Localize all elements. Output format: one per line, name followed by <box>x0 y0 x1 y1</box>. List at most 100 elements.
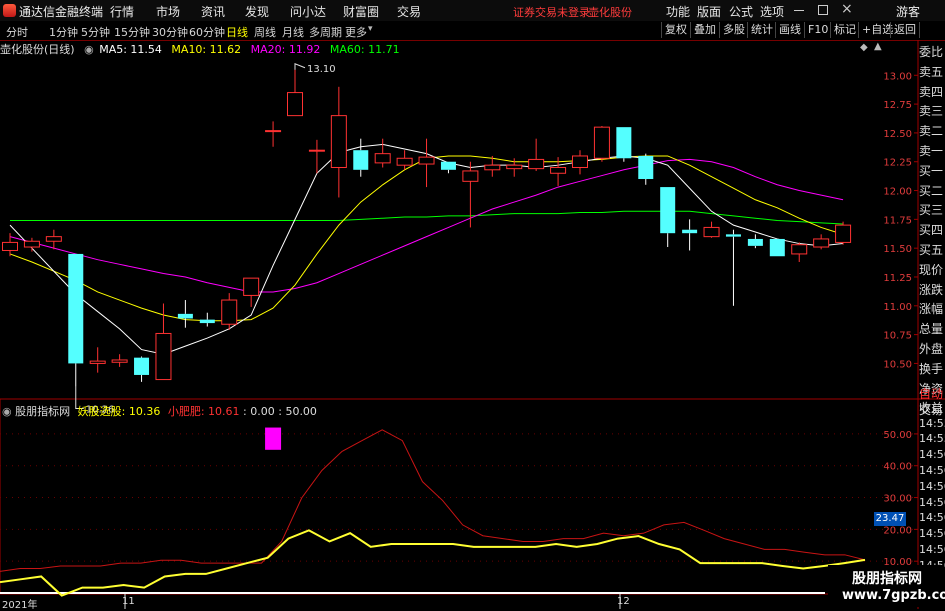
chevron-down-icon[interactable]: ▾ <box>368 24 373 34</box>
price-tick-label: 10.50 <box>883 359 912 370</box>
high-price-label: 13.10 <box>307 64 336 75</box>
quote-field-label: 涨幅 <box>919 302 944 317</box>
indicator-s1-value: 10.36 <box>128 405 161 418</box>
quote-field-label: 换手 <box>919 361 944 376</box>
biaoji-button[interactable]: 标记 <box>830 22 859 38</box>
trade-tab-label[interactable]: 交易 <box>919 401 945 418</box>
quote-field-label: 外盘 <box>919 342 944 356</box>
app-logo-icon <box>3 4 16 17</box>
trade-tab-label[interactable]: 自动 <box>919 385 945 402</box>
indicator-s1-label: 妖股选股: <box>77 405 126 418</box>
period-weekly[interactable]: 周线 <box>254 24 276 40</box>
period-1min[interactable]: 1分钟 <box>49 24 78 40</box>
period-60min[interactable]: 60分钟 <box>189 24 225 40</box>
period-toolbar: 分时 1分钟 5分钟 15分钟 30分钟 60分钟 日线 周线 月线 多周期 更… <box>0 21 945 41</box>
candle-body-up <box>308 149 325 152</box>
candle-body-up <box>221 299 238 325</box>
price-tick-label: 11.25 <box>883 273 912 284</box>
candle-body-down <box>747 238 763 246</box>
candle-body-up <box>462 170 479 182</box>
duogu-button[interactable]: 多股 <box>719 22 748 38</box>
indicator-s2-label: 小肥肥: <box>167 405 205 418</box>
period-15min[interactable]: 15分钟 <box>114 24 150 40</box>
candle-body-down <box>660 187 676 234</box>
candle-body-up <box>813 238 830 248</box>
indicator-red-line <box>0 429 866 572</box>
indicator-tick-label: 30.00 <box>883 494 912 505</box>
price-tick-label: 11.00 <box>883 302 912 313</box>
period-daily[interactable]: 日线 <box>226 24 248 40</box>
candle-body-down <box>199 319 215 324</box>
quote-field-label: 买五 <box>919 243 944 257</box>
period-30min[interactable]: 30分钟 <box>152 24 188 40</box>
menu-item-zixun[interactable]: 资讯 <box>201 3 225 20</box>
quote-field-label: 买三 <box>919 203 944 218</box>
price-tick-label: 11.50 <box>883 244 912 255</box>
period-more[interactable]: 更多 <box>345 24 367 40</box>
watermark-url: www.7gpzb.com <box>842 588 945 603</box>
indicator-info: ◉ 股朋指标网 妖股选股: 10.36 小肥肥: 10.61 : 0.00 : … <box>2 403 317 418</box>
huaxian-button[interactable]: 画线 <box>775 22 804 38</box>
quote-field-label: 买四 <box>919 223 944 238</box>
candle-body-up <box>396 157 413 166</box>
menu-item-gongneng[interactable]: 功能 <box>666 3 690 20</box>
menu-item-jiaoyi[interactable]: 交易 <box>397 3 421 20</box>
quote-field-label: 涨跌 <box>919 282 944 297</box>
trade-time-label: 14:56 <box>919 527 945 541</box>
price-tick-label: 12.75 <box>883 100 912 111</box>
candle-body-up <box>506 164 523 170</box>
menu-item-banmian[interactable]: 版面 <box>697 3 721 20</box>
menu-item-shichang[interactable]: 市场 <box>156 3 180 20</box>
minimize-icon[interactable] <box>794 10 804 11</box>
menu-item-wenxiaoda[interactable]: 问小达 <box>290 3 326 20</box>
candle-body-up <box>593 126 610 159</box>
price-tick-label: 12.25 <box>883 158 912 169</box>
maximize-icon[interactable] <box>818 5 828 15</box>
high-marker-line <box>294 63 306 70</box>
trade-time-label: 14:55 <box>919 416 945 430</box>
menu-item-caifuquan[interactable]: 财富圈 <box>343 3 379 20</box>
f10-button[interactable]: F10 <box>804 22 831 38</box>
trade-time-label: 14:55 <box>919 432 945 446</box>
candle-body-up <box>287 92 303 117</box>
login-warning[interactable]: 证券交易未登录 <box>513 4 590 20</box>
price-tick-label: 12.50 <box>883 129 912 140</box>
watermark-title: 股朋指标网 <box>852 571 922 587</box>
menu-item-hangqing[interactable]: 行情 <box>110 3 134 20</box>
indicator-settings-icon[interactable]: ◉ <box>2 405 12 418</box>
date-label-month-12: 12 <box>617 596 630 607</box>
menu-item-xuanxiang[interactable]: 选项 <box>760 3 784 20</box>
close-icon[interactable]: × <box>841 1 853 17</box>
candle-body-up <box>330 115 347 168</box>
indicator-tick-label: 50.00 <box>883 430 912 441</box>
fuquan-button[interactable]: 复权 <box>661 22 690 38</box>
menu-item-faxian[interactable]: 发现 <box>245 3 269 20</box>
candle-body-up <box>243 277 260 296</box>
trade-time-label: 14:56 <box>919 543 945 556</box>
candle-body-up <box>2 241 18 251</box>
quote-field-label: 买一 <box>919 163 944 178</box>
quote-field-label: 卖二 <box>919 124 944 139</box>
indicator-s2-value: 10.61 <box>208 405 240 418</box>
kline-chart[interactable]: 13.00 12.75 12.50 12.25 12.00 11.75 11.50 11.25… <box>0 40 945 609</box>
trade-time-label: 14:56 <box>919 448 945 462</box>
candle-body-up <box>550 166 567 174</box>
guest-label[interactable]: 游客 <box>896 3 920 20</box>
indicator-tick-label: 20.00 <box>883 525 912 536</box>
indicator-name[interactable]: 股朋指标网 <box>15 405 70 418</box>
menu-item-gongshi[interactable]: 公式 <box>729 3 753 20</box>
diejia-button[interactable]: 叠加 <box>690 22 719 38</box>
watermark: 股朋指标网 www.7gpzb.com <box>828 565 945 607</box>
back-button[interactable]: 返回 <box>890 22 920 38</box>
trade-time-label: 14:56 <box>919 464 945 477</box>
tongji-button[interactable]: 统计 <box>747 22 776 38</box>
quote-field-label: 卖五 <box>919 64 944 79</box>
price-tick-label: 12.00 <box>883 187 912 198</box>
candle-body-down <box>616 127 632 159</box>
period-multi[interactable]: 多周期 <box>309 24 342 40</box>
quote-field-label: 买二 <box>919 183 944 198</box>
period-monthly[interactable]: 月线 <box>282 24 304 40</box>
period-fenshi[interactable]: 分时 <box>6 24 28 40</box>
trade-time-label: 14:56 <box>919 511 945 525</box>
period-5min[interactable]: 5分钟 <box>81 24 110 40</box>
